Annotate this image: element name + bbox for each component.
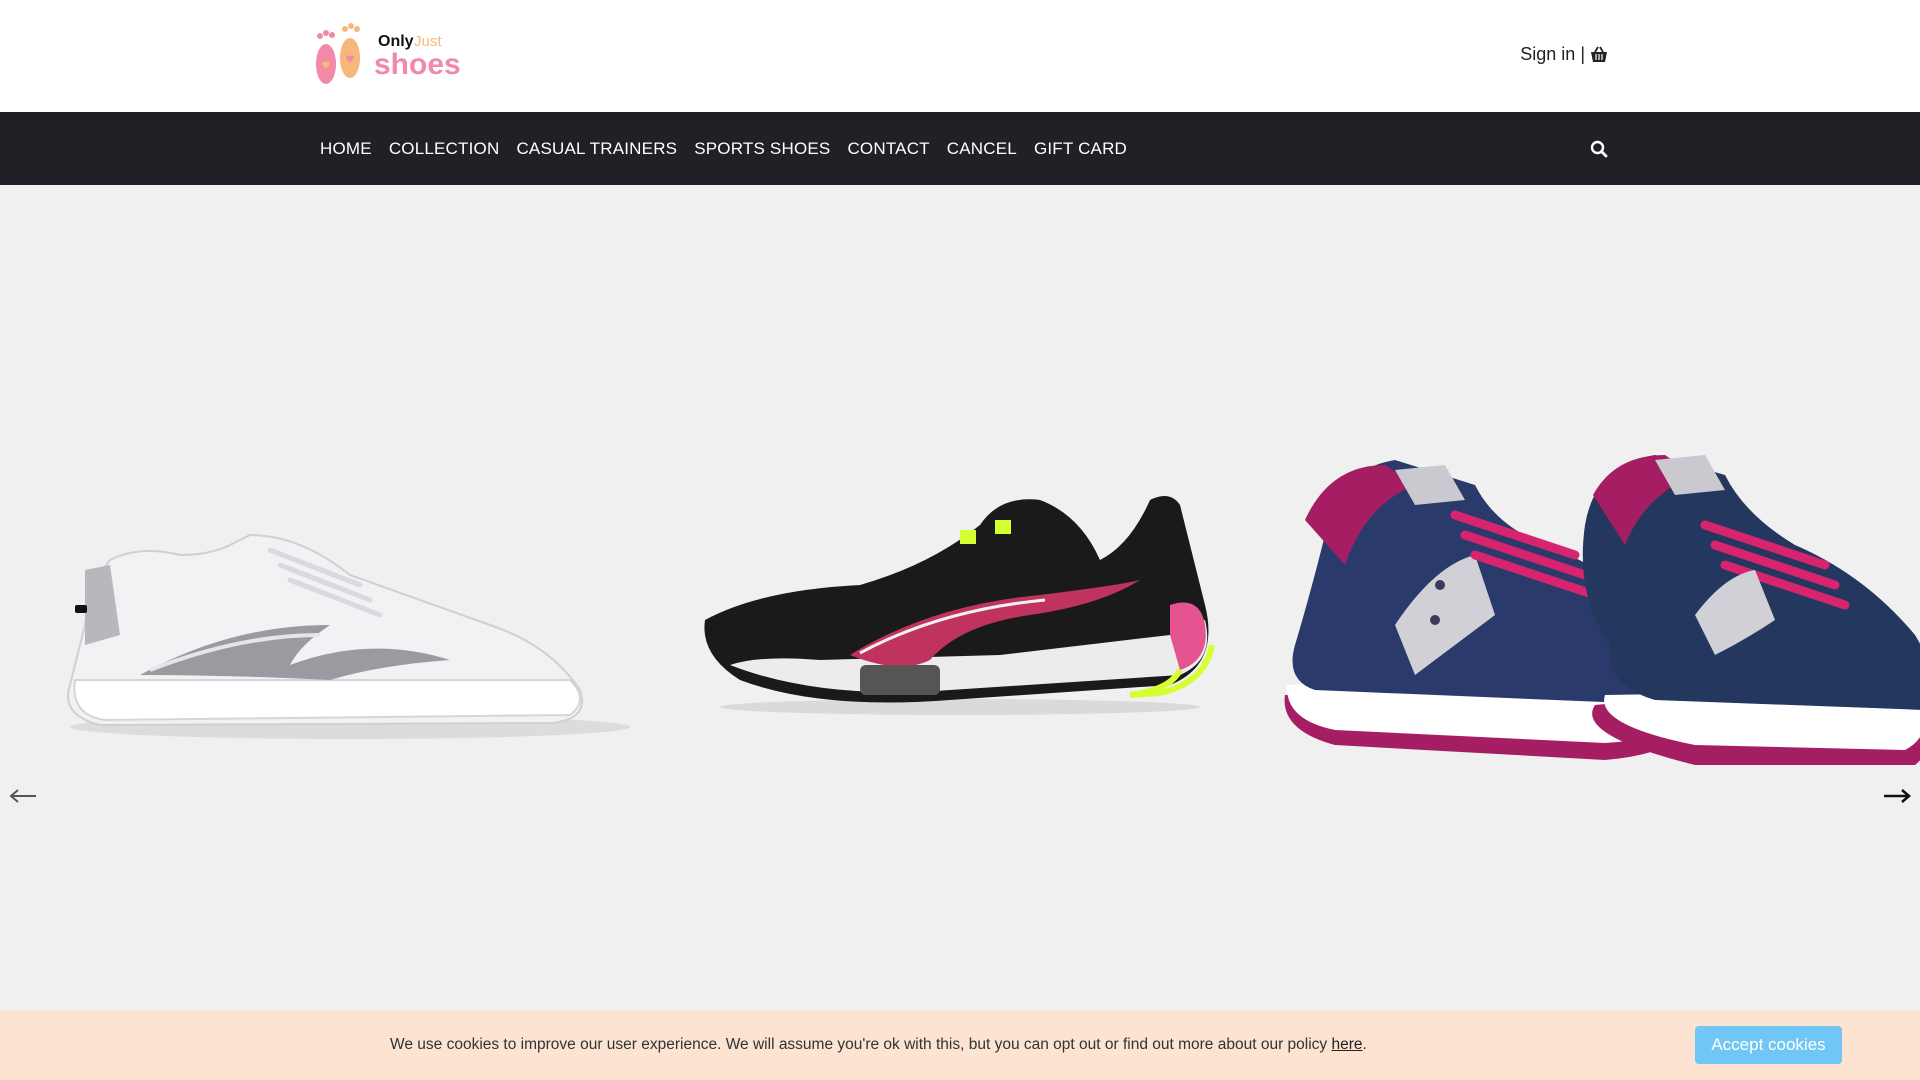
logo-image: Only Just shoes [316, 23, 461, 84]
hero-slider [0, 185, 1920, 1010]
basket-icon[interactable] [1590, 46, 1608, 64]
logo-word-shoes: shoes [374, 48, 461, 81]
search-icon[interactable] [1590, 140, 1608, 158]
arrow-left-icon[interactable] [8, 781, 38, 811]
nav-item-contact[interactable]: CONTACT [847, 139, 929, 159]
cookie-message: We use cookies to improve our user exper… [390, 1036, 1367, 1054]
slide-white-silver-trainer[interactable] [30, 475, 630, 755]
cookie-message-end: . [1362, 1036, 1367, 1053]
cookie-message-text: We use cookies to improve our user exper… [390, 1036, 1332, 1053]
sign-in-link[interactable]: Sign in [1520, 44, 1575, 65]
nav-item-collection[interactable]: COLLECTION [389, 139, 500, 159]
white-trainer-image [67, 533, 630, 739]
slide-navy-pink-retro-sneaker[interactable] [1275, 445, 1920, 775]
site-logo[interactable]: Only Just shoes [310, 22, 470, 90]
nav-item-cancel[interactable]: CANCEL [947, 139, 1017, 159]
nav-item-casual-trainers[interactable]: CASUAL TRAINERS [516, 139, 677, 159]
nav-item-gift-card[interactable]: GIFT CARD [1034, 139, 1127, 159]
black-sports-shoe-image [704, 496, 1215, 715]
accept-cookies-button[interactable]: Accept cookies [1695, 1026, 1842, 1064]
slide-black-pink-sports-shoe[interactable] [700, 485, 1220, 725]
cookie-banner: We use cookies to improve our user exper… [0, 1010, 1920, 1080]
cookie-policy-link[interactable]: here [1331, 1036, 1362, 1053]
account-area: Sign in | [1520, 44, 1608, 65]
nav-menu: HOME COLLECTION CASUAL TRAINERS SPORTS S… [320, 112, 1127, 185]
nav-item-sports-shoes[interactable]: SPORTS SHOES [694, 139, 830, 159]
main-navigation: HOME COLLECTION CASUAL TRAINERS SPORTS S… [0, 112, 1920, 185]
nav-item-home[interactable]: HOME [320, 139, 372, 159]
navy-retro-sneaker-image [1284, 455, 1920, 765]
arrow-right-icon[interactable] [1882, 781, 1912, 811]
header-separator: | [1580, 44, 1585, 64]
site-header: Only Just shoes Sign in | [0, 0, 1920, 112]
